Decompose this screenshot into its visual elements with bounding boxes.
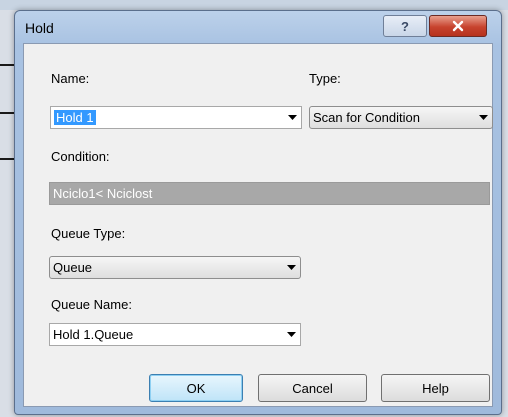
chevron-down-icon[interactable] [282, 265, 300, 270]
condition-label: Condition: [51, 149, 110, 164]
queue-type-label: Queue Type: [51, 226, 126, 241]
dialog-title: Hold [25, 20, 54, 36]
ok-button[interactable]: OK [149, 374, 243, 402]
chevron-down-icon[interactable] [282, 332, 300, 337]
condition-field[interactable]: Nciclo1< Nciclost [49, 182, 490, 205]
queue-type-dropdown[interactable]: Queue [49, 256, 301, 279]
close-x-icon [452, 20, 464, 32]
queue-name-value: Hold 1.Queue [53, 327, 134, 342]
title-bar[interactable]: Hold ? [15, 11, 501, 43]
help-button[interactable]: Help [381, 374, 490, 402]
hold-dialog: Hold ? Name: Type: Hold 1 Scan for Condi… [14, 10, 502, 415]
title-help-button[interactable]: ? [383, 15, 427, 37]
name-label: Name: [51, 71, 90, 86]
background-window-top [0, 0, 508, 10]
chevron-down-icon[interactable] [474, 115, 492, 120]
type-dropdown[interactable]: Scan for Condition [309, 106, 493, 129]
cancel-button[interactable]: Cancel [258, 374, 367, 402]
dialog-body: Name: Type: Hold 1 Scan for Condition Co… [23, 43, 493, 407]
queue-type-value: Queue [53, 260, 93, 275]
type-value: Scan for Condition [313, 110, 420, 125]
name-combobox[interactable]: Hold 1 [50, 106, 302, 129]
queue-name-combobox[interactable]: Hold 1.Queue [49, 323, 301, 346]
queue-name-label: Queue Name: [51, 297, 132, 312]
type-label: Type: [309, 71, 341, 86]
question-mark-icon: ? [401, 18, 409, 34]
chevron-down-icon[interactable] [283, 115, 301, 120]
name-value-wrapper: Hold 1 [51, 110, 283, 125]
close-button[interactable] [429, 15, 487, 37]
name-value: Hold 1 [54, 110, 96, 125]
